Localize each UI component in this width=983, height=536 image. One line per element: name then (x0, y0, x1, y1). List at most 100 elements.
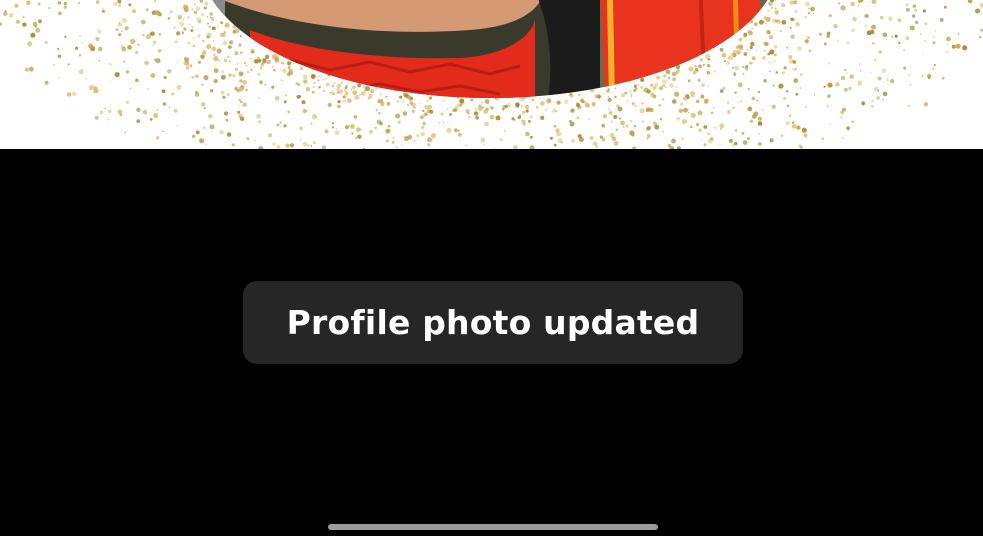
glitter-dot (957, 32, 960, 35)
glitter-dot (120, 30, 123, 33)
glitter-dot (843, 68, 847, 72)
glitter-dot (781, 19, 787, 25)
glitter-dot (703, 125, 708, 129)
glitter-dot (633, 89, 637, 92)
glitter-dot (195, 6, 201, 11)
glitter-dot (155, 10, 161, 16)
glitter-dot (933, 63, 936, 67)
glitter-dot (886, 76, 888, 79)
glitter-dot (907, 104, 911, 108)
glitter-dot (354, 92, 357, 95)
glitter-dot (699, 57, 704, 62)
glitter-dot (803, 133, 808, 138)
glitter-dot (766, 30, 771, 35)
glitter-dot (397, 120, 401, 124)
glitter-dot (761, 109, 764, 111)
glitter-dot (97, 28, 99, 31)
glitter-dot (975, 8, 980, 14)
glitter-dot (183, 18, 185, 21)
glitter-dot (667, 76, 671, 80)
glitter-dot (521, 105, 523, 107)
glitter-dot (663, 74, 666, 78)
glitter-dot (915, 20, 919, 25)
glitter-dot (602, 114, 607, 119)
glitter-dot (563, 99, 569, 105)
glitter-dot (641, 120, 644, 123)
glitter-dot (734, 91, 737, 94)
glitter-dot (253, 66, 255, 68)
glitter-dot (771, 104, 776, 109)
glitter-dot (3, 11, 8, 16)
glitter-dot (703, 143, 707, 147)
glitter-dot (826, 34, 830, 38)
glitter-dot (197, 34, 201, 38)
glitter-dot (675, 65, 681, 70)
glitter-dot (378, 112, 381, 115)
glitter-dot (674, 91, 680, 97)
glitter-dot (841, 137, 844, 139)
glitter-dot (774, 10, 780, 15)
glitter-dot (785, 90, 789, 93)
glitter-dot (81, 42, 84, 44)
glitter-dot (706, 63, 711, 68)
glitter-dot (442, 99, 445, 102)
glitter-dot (625, 124, 629, 128)
glitter-dot (131, 9, 136, 14)
glitter-dot (569, 120, 572, 123)
glitter-dot (613, 114, 618, 119)
glitter-dot (951, 44, 956, 49)
glitter-dot (671, 71, 677, 77)
glitter-dot (478, 98, 480, 101)
glitter-dot (125, 70, 130, 74)
glitter-dot (222, 95, 226, 99)
glitter-dot (239, 51, 243, 55)
glitter-dot (224, 22, 230, 28)
glitter-dot (481, 101, 483, 104)
glitter-dot (155, 58, 161, 64)
glitter-dot (413, 106, 416, 109)
glitter-dot (869, 71, 872, 74)
glitter-dot (202, 39, 205, 43)
glitter-dot (795, 22, 800, 27)
glitter-dot (279, 69, 281, 71)
glitter-dot (243, 61, 247, 65)
glitter-dot (77, 1, 81, 5)
glitter-dot (240, 73, 243, 76)
glitter-dot (396, 100, 400, 103)
glitter-dot (440, 112, 444, 116)
glitter-dot (465, 108, 470, 114)
glitter-dot (753, 111, 759, 117)
glitter-dot (689, 91, 696, 97)
glitter-dot (175, 40, 178, 43)
home-indicator[interactable] (328, 524, 658, 530)
glitter-dot (813, 94, 816, 96)
glitter-dot (219, 129, 224, 135)
glitter-dot (242, 79, 248, 85)
glitter-dot (474, 108, 477, 111)
glitter-dot (747, 137, 750, 140)
glitter-dot (234, 51, 239, 56)
glitter-dot (345, 125, 349, 130)
glitter-dot (302, 108, 308, 114)
glitter-dot (728, 138, 733, 143)
glitter-dot (432, 138, 434, 141)
glitter-dot (751, 27, 754, 30)
glitter-dot (700, 94, 705, 99)
glitter-dot (524, 104, 530, 110)
glitter-dot (350, 124, 355, 129)
glitter-dot (768, 61, 771, 64)
glitter-dot (710, 111, 714, 115)
glitter-dot (118, 33, 122, 37)
glitter-dot (201, 12, 205, 16)
glitter-dot (808, 49, 812, 53)
glitter-dot (421, 125, 425, 130)
glitter-dot (130, 38, 136, 45)
glitter-dot (881, 33, 883, 35)
glitter-dot (629, 119, 633, 123)
glitter-dot (652, 94, 657, 99)
glitter-dot (692, 69, 698, 75)
glitter-dot (932, 41, 936, 45)
glitter-dot (153, 113, 159, 118)
glitter-dot (213, 68, 219, 73)
glitter-dot (368, 93, 373, 99)
